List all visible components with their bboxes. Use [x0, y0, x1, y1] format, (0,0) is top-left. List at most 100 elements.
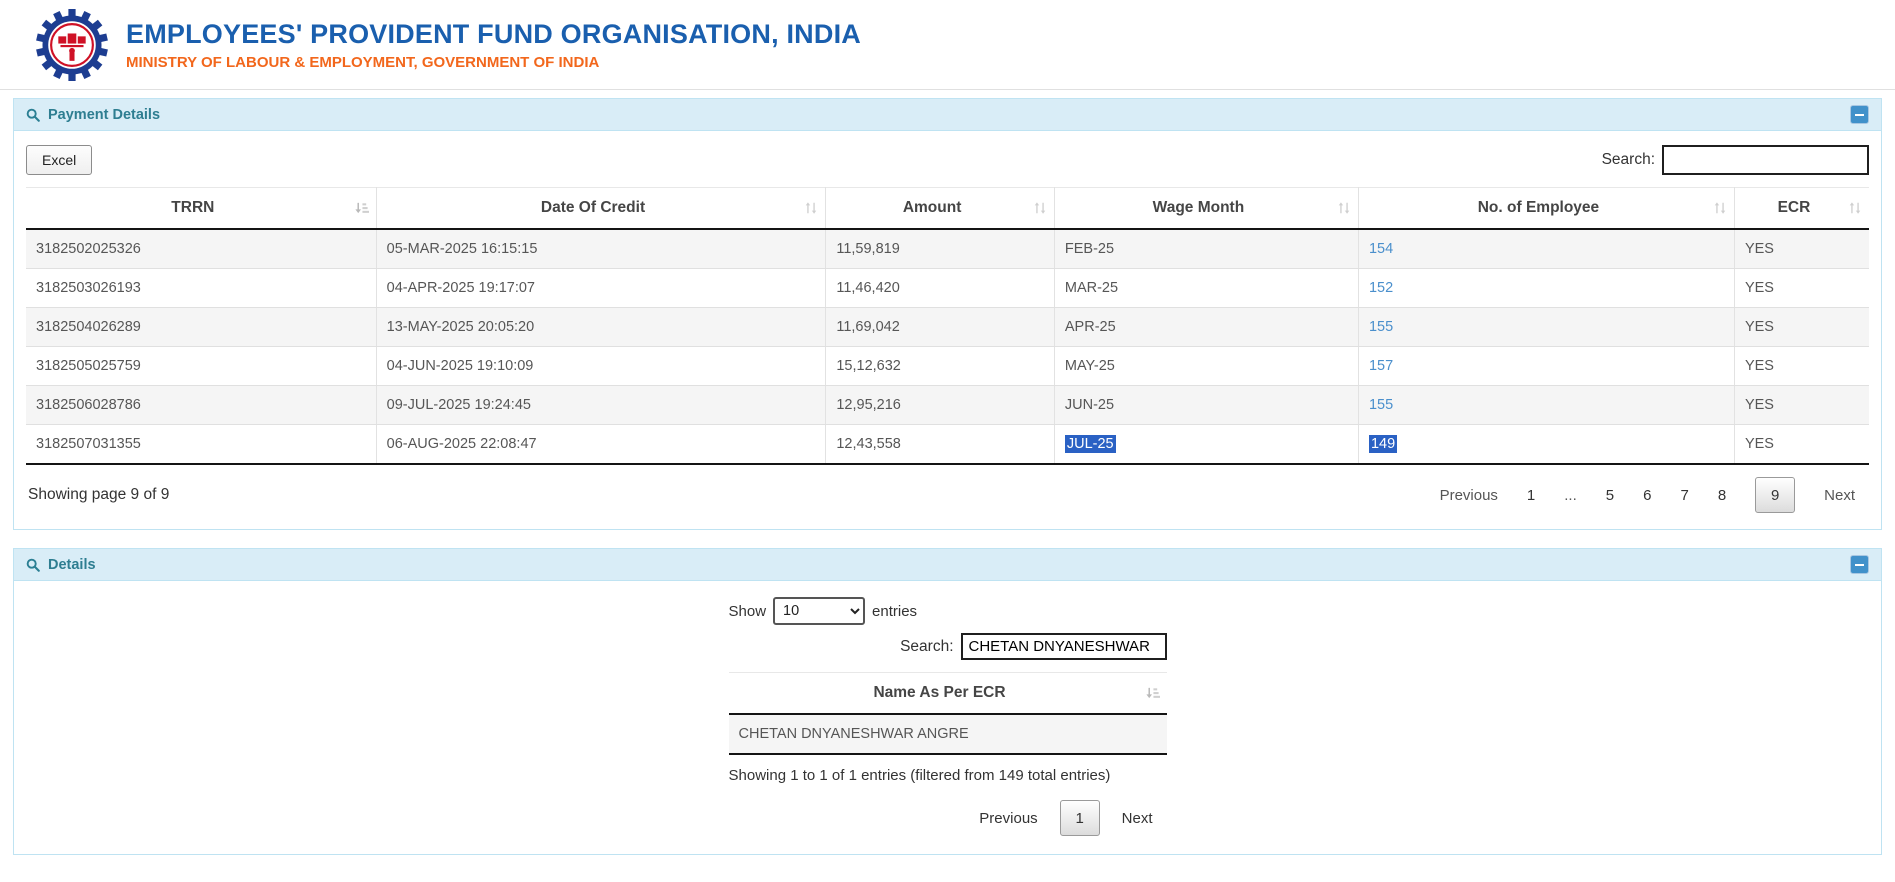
column-header-date-of-credit[interactable]: Date Of Credit	[376, 188, 826, 230]
details-panel-title: Details	[48, 557, 96, 573]
employee-count-link[interactable]: 149	[1369, 435, 1397, 453]
cell-wage-month: JUN-25	[1054, 386, 1358, 425]
cell-trrn: 3182507031355	[26, 425, 376, 465]
pagination-next[interactable]: Next	[1824, 487, 1855, 504]
pagination-page-7[interactable]: 7	[1680, 487, 1688, 504]
cell-no-of-employee: 149	[1358, 425, 1734, 465]
details-panel-heading: Details	[14, 549, 1881, 581]
entries-length-control: Show 10 entries	[729, 597, 1167, 625]
column-header-amount[interactable]: Amount	[826, 188, 1055, 230]
column-header-trrn[interactable]: TRRN	[26, 188, 376, 230]
cell-date-of-credit: 04-JUN-2025 19:10:09	[376, 347, 826, 386]
table-row: 3182507031355 06-AUG-2025 22:08:47 12,43…	[26, 425, 1869, 465]
cell-amount: 11,46,420	[826, 269, 1055, 308]
cell-date-of-credit: 05-MAR-2025 16:15:15	[376, 229, 826, 269]
pagination-page-9-active[interactable]: 9	[1755, 477, 1795, 513]
cell-wage-month: FEB-25	[1054, 229, 1358, 269]
cell-ecr: YES	[1734, 229, 1869, 269]
search-icon	[26, 108, 40, 122]
payment-panel-title-group: Payment Details	[26, 107, 160, 123]
payment-toolbar: Excel Search:	[26, 145, 1869, 175]
cell-trrn: 3182505025759	[26, 347, 376, 386]
collapse-icon[interactable]	[1850, 105, 1869, 124]
table-row: 3182506028786 09-JUL-2025 19:24:45 12,95…	[26, 386, 1869, 425]
payment-search-input[interactable]	[1662, 145, 1869, 175]
cell-no-of-employee: 155	[1358, 308, 1734, 347]
cell-amount: 12,95,216	[826, 386, 1055, 425]
column-header-ecr[interactable]: ECR	[1734, 188, 1869, 230]
pagination-page-5[interactable]: 5	[1606, 487, 1614, 504]
column-header-name-as-per-ecr[interactable]: Name As Per ECR	[729, 673, 1167, 715]
sort-descending-icon	[1145, 686, 1160, 701]
brand-block: EMPLOYEES' PROVIDENT FUND ORGANISATION, …	[126, 19, 861, 71]
column-header-wage-month[interactable]: Wage Month	[1054, 188, 1358, 230]
pagination-page-6[interactable]: 6	[1643, 487, 1651, 504]
details-search: Search:	[729, 633, 1167, 660]
entries-select[interactable]: 10	[773, 597, 865, 625]
payment-panel-title: Payment Details	[48, 107, 160, 123]
cell-date-of-credit: 13-MAY-2025 20:05:20	[376, 308, 826, 347]
sort-both-icon	[1848, 201, 1862, 215]
details-table: Name As Per ECR CHET	[729, 672, 1167, 755]
employee-count-link[interactable]: 155	[1369, 397, 1393, 413]
table-row: 3182502025326 05-MAR-2025 16:15:15 11,59…	[26, 229, 1869, 269]
sort-descending-icon	[354, 201, 369, 216]
employee-count-link[interactable]: 155	[1369, 319, 1393, 335]
payment-table-footer: Showing page 9 of 9 Previous 1 ... 5 6 7…	[26, 477, 1869, 517]
cell-wage-month: MAR-25	[1054, 269, 1358, 308]
cell-wage-month: JUL-25	[1054, 425, 1358, 465]
employee-count-link[interactable]: 154	[1369, 241, 1393, 257]
employee-count-link[interactable]: 157	[1369, 358, 1393, 374]
cell-trrn: 3182502025326	[26, 229, 376, 269]
sort-both-icon	[1337, 201, 1351, 215]
pagination-page-8[interactable]: 8	[1718, 487, 1726, 504]
details-showing-text: Showing 1 to 1 of 1 entries (filtered fr…	[729, 767, 1167, 784]
payment-panel-body: Excel Search: TRRN	[14, 131, 1881, 529]
cell-date-of-credit: 04-APR-2025 19:17:07	[376, 269, 826, 308]
cell-amount: 11,69,042	[826, 308, 1055, 347]
cell-date-of-credit: 06-AUG-2025 22:08:47	[376, 425, 826, 465]
table-row: 3182505025759 04-JUN-2025 19:10:09 15,12…	[26, 347, 1869, 386]
table-row: 3182504026289 13-MAY-2025 20:05:20 11,69…	[26, 308, 1869, 347]
cell-no-of-employee: 155	[1358, 386, 1734, 425]
cell-trrn: 3182504026289	[26, 308, 376, 347]
details-search-input[interactable]	[961, 633, 1167, 660]
details-panel: Details Show 10 entries Search:	[13, 548, 1882, 855]
payment-search-label: Search:	[1602, 151, 1655, 169]
payment-search: Search:	[1602, 145, 1869, 175]
cell-no-of-employee: 154	[1358, 229, 1734, 269]
search-icon	[26, 558, 40, 572]
sort-both-icon	[1713, 201, 1727, 215]
details-pagination: Previous 1 Next	[729, 800, 1167, 836]
cell-trrn: 3182506028786	[26, 386, 376, 425]
cell-wage-month: MAY-25	[1054, 347, 1358, 386]
sort-both-icon	[1033, 201, 1047, 215]
payment-panel-heading: Payment Details	[14, 99, 1881, 131]
org-subtitle: MINISTRY OF LABOUR & EMPLOYMENT, GOVERNM…	[126, 54, 861, 71]
details-pagination-page-1-active[interactable]: 1	[1060, 800, 1100, 836]
employee-count-link[interactable]: 152	[1369, 280, 1393, 296]
cell-date-of-credit: 09-JUL-2025 19:24:45	[376, 386, 826, 425]
table-row: 3182503026193 04-APR-2025 19:17:07 11,46…	[26, 269, 1869, 308]
cell-no-of-employee: 152	[1358, 269, 1734, 308]
epfo-logo	[36, 9, 108, 81]
excel-export-button[interactable]: Excel	[26, 145, 92, 175]
cell-ecr: YES	[1734, 425, 1869, 465]
pagination-previous[interactable]: Previous	[1440, 487, 1498, 504]
payment-table: TRRN Date Of Credit	[26, 187, 1869, 465]
cell-ecr: YES	[1734, 386, 1869, 425]
details-pagination-next[interactable]: Next	[1122, 810, 1153, 827]
entries-label: entries	[872, 603, 917, 620]
cell-ecr: YES	[1734, 269, 1869, 308]
pagination-page-1[interactable]: 1	[1527, 487, 1535, 504]
details-table-header-row: Name As Per ECR	[729, 673, 1167, 715]
cell-wage-month: APR-25	[1054, 308, 1358, 347]
collapse-icon[interactable]	[1850, 555, 1869, 574]
epfo-gear-logo-icon	[36, 9, 108, 81]
cell-no-of-employee: 157	[1358, 347, 1734, 386]
details-center-column: Show 10 entries Search: Name As Per ECR	[729, 597, 1167, 836]
pagination-ellipsis: ...	[1564, 487, 1577, 504]
details-pagination-previous[interactable]: Previous	[979, 810, 1037, 827]
payment-pagination: Previous 1 ... 5 6 7 8 9 Next	[1440, 477, 1855, 513]
column-header-no-of-employee[interactable]: No. of Employee	[1358, 188, 1734, 230]
